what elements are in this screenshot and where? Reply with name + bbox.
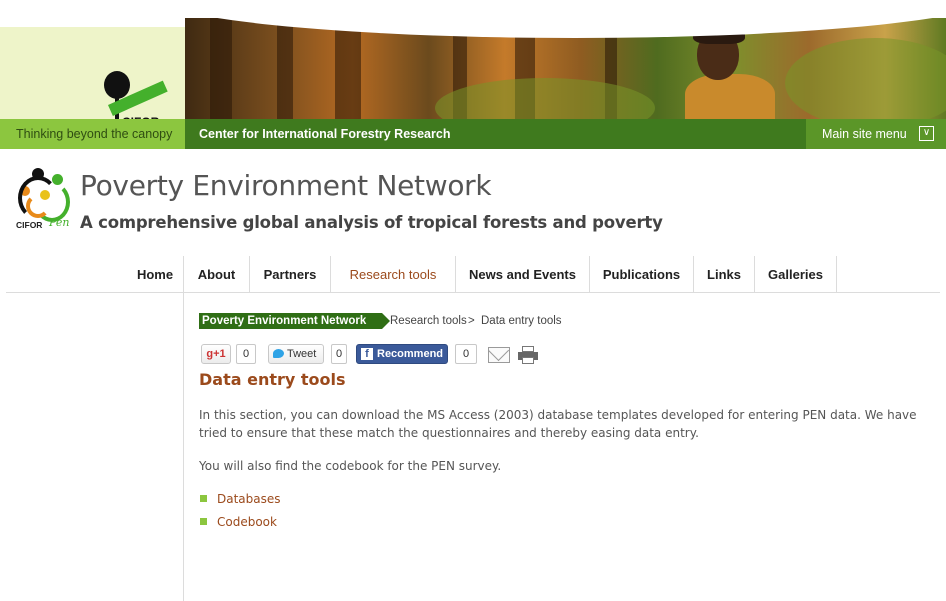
intro-paragraph: In this section, you can download the MS… (199, 408, 917, 440)
photo-tree-trunk (277, 18, 293, 119)
codebook-paragraph: You will also find the codebook for the … (199, 459, 502, 473)
print-icon-paper (522, 357, 534, 364)
photo-tree-trunk (335, 18, 361, 119)
breadcrumb-home[interactable]: Poverty Environment Network (199, 313, 391, 329)
nav-bottom-rule (6, 292, 940, 293)
chevron-down-icon: ∨ (919, 126, 934, 141)
banner-curve (185, 18, 946, 38)
codebook-link[interactable]: Codebook (199, 513, 281, 536)
nav-item-galleries[interactable]: Galleries (755, 256, 836, 293)
photo-tree-trunk (210, 18, 232, 119)
breadcrumb-separator: > (468, 315, 475, 327)
banner-photo (185, 18, 946, 119)
facebook-icon: f (361, 348, 373, 360)
tagline: Thinking beyond the canopy (0, 119, 185, 149)
nav-item-partners[interactable]: Partners (250, 256, 330, 293)
pen-logo-cifor-text: CIFOR (16, 220, 43, 230)
nav-item-home[interactable]: Home (127, 256, 183, 293)
photo-foliage (785, 38, 946, 119)
site-subtitle: A comprehensive global analysis of tropi… (80, 213, 663, 232)
nav-item-links[interactable]: Links (694, 256, 754, 293)
nav-item-publications[interactable]: Publications (590, 256, 693, 293)
photo-woman (685, 24, 775, 119)
tweet-label: Tweet (287, 348, 317, 360)
facebook-count: 0 (455, 344, 477, 364)
cifor-banner: CIFOR Thinking beyond the canopy Center … (0, 0, 946, 150)
tweet-button[interactable]: Tweet (268, 344, 324, 364)
main-site-menu-label: Main site menu (822, 127, 907, 141)
twitter-bird-icon (273, 349, 284, 358)
google-plus-button[interactable]: g+1 (201, 344, 231, 364)
nav-item-about[interactable]: About (184, 256, 249, 293)
print-icon[interactable] (518, 346, 538, 364)
nav-item-research-tools[interactable]: Research tools (331, 256, 455, 293)
facebook-recommend-label: Recommend (377, 348, 444, 360)
download-links-list: Databases Codebook (199, 490, 281, 536)
center-title[interactable]: Center for International Forestry Resear… (199, 119, 450, 149)
pen-logo-pen-text: Pen (49, 216, 70, 229)
google-plus-label: +1 (213, 348, 226, 360)
email-icon[interactable] (488, 347, 510, 363)
figure-arc-orange (26, 194, 50, 218)
pen-logo-icon[interactable]: CIFOR Pen (16, 166, 76, 242)
facebook-recommend-button[interactable]: f Recommend (356, 344, 448, 364)
breadcrumb-current: Data entry tools (481, 315, 562, 327)
main-site-menu-button[interactable]: Main site menu ∨ (806, 119, 946, 149)
google-plus-count: 0 (236, 344, 256, 364)
photo-foliage (435, 78, 655, 119)
photo-woman-cloth (685, 74, 775, 119)
databases-link[interactable]: Databases (199, 490, 281, 513)
tweet-count: 0 (331, 344, 347, 364)
sidebar-divider (183, 293, 184, 601)
main-nav: Home About Partners Research tools News … (0, 256, 946, 293)
nav-divider (836, 256, 837, 293)
cifor-logo-box[interactable]: CIFOR (0, 27, 185, 131)
site-title[interactable]: Poverty Environment Network (80, 169, 492, 202)
nav-item-news-and-events[interactable]: News and Events (456, 256, 589, 293)
page-title: Data entry tools (199, 370, 346, 389)
breadcrumb-research-tools[interactable]: Research tools (390, 313, 467, 329)
